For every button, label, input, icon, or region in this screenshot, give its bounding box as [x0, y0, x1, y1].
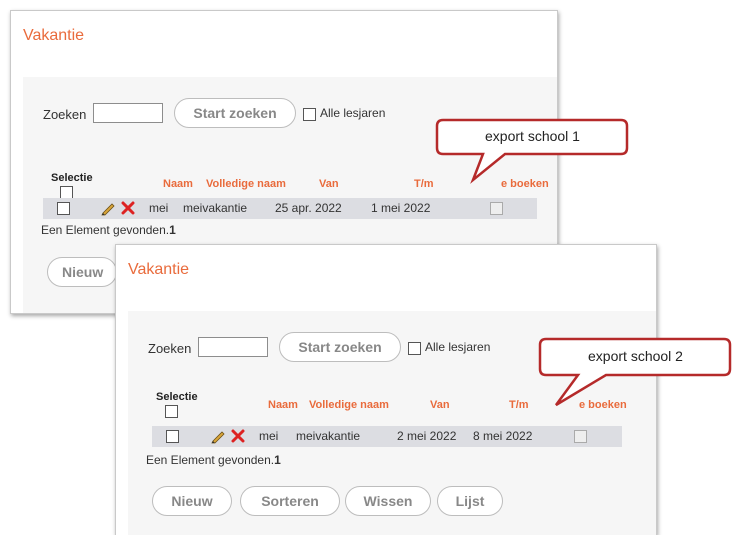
table-row: mei meivakantie 2 mei 2022 8 mei 2022 [152, 426, 622, 447]
column-header-tm[interactable]: T/m [509, 399, 529, 411]
delete-icon[interactable] [230, 428, 246, 449]
selection-header: Selectie [156, 391, 198, 403]
cell-tm: 1 mei 2022 [371, 201, 431, 215]
result-count: Een Element gevonden.1 [146, 453, 281, 467]
result-count-number: 1 [274, 453, 281, 467]
selection-header: Selectie [51, 172, 93, 184]
search-input[interactable] [198, 337, 268, 357]
select-all-checkbox[interactable] [165, 405, 178, 418]
column-header-naam[interactable]: Naam [163, 178, 193, 190]
all-years-label: Alle lesjaren [425, 340, 491, 354]
column-header-van[interactable]: Van [430, 399, 450, 411]
callout-export-school-2: export school 2 [538, 337, 733, 409]
result-count-number: 1 [169, 223, 176, 237]
pencil-icon[interactable] [100, 200, 116, 221]
cell-van: 25 apr. 2022 [275, 201, 342, 215]
row-select-checkbox[interactable] [166, 430, 179, 443]
delete-icon[interactable] [120, 200, 136, 221]
column-header-naam[interactable]: Naam [268, 399, 298, 411]
cell-van: 2 mei 2022 [397, 429, 457, 443]
new-button[interactable]: Nieuw [47, 257, 117, 287]
all-years-checkbox[interactable] [303, 108, 316, 121]
cell-tm: 8 mei 2022 [473, 429, 533, 443]
start-search-button[interactable]: Start zoeken [174, 98, 296, 128]
sort-button[interactable]: Sorteren [240, 486, 340, 516]
list-button[interactable]: Lijst [437, 486, 503, 516]
column-header-van[interactable]: Van [319, 178, 339, 190]
book-checkbox[interactable] [574, 430, 587, 443]
callout-export-school-1: export school 1 [435, 118, 630, 186]
all-years-checkbox[interactable] [408, 342, 421, 355]
search-label: Zoeken [43, 107, 87, 122]
search-input[interactable] [93, 103, 163, 123]
search-label: Zoeken [148, 341, 192, 356]
page-title: Vakantie [128, 261, 190, 278]
callout-text: export school 1 [485, 128, 580, 144]
table-row: mei meivakantie 25 apr. 2022 1 mei 2022 [43, 198, 537, 219]
result-count-text: Een Element gevonden. [146, 453, 275, 467]
all-years-label: Alle lesjaren [320, 106, 386, 120]
start-search-button[interactable]: Start zoeken [279, 332, 401, 362]
cell-volledige-naam: meivakantie [183, 201, 248, 215]
clear-button[interactable]: Wissen [345, 486, 431, 516]
callout-text: export school 2 [588, 348, 683, 364]
result-count: Een Element gevonden.1 [41, 223, 176, 237]
column-header-tm[interactable]: T/m [414, 178, 434, 190]
row-select-checkbox[interactable] [57, 202, 70, 215]
column-header-volledige-naam[interactable]: Volledige naam [206, 178, 286, 190]
pencil-icon[interactable] [210, 428, 226, 449]
cell-naam: mei [259, 429, 279, 443]
result-count-text: Een Element gevonden. [41, 223, 170, 237]
new-button[interactable]: Nieuw [152, 486, 232, 516]
book-checkbox[interactable] [490, 202, 503, 215]
column-header-volledige-naam[interactable]: Volledige naam [309, 399, 389, 411]
page-title: Vakantie [23, 27, 85, 44]
cell-naam: mei [149, 201, 169, 215]
cell-volledige-naam: meivakantie [296, 429, 361, 443]
